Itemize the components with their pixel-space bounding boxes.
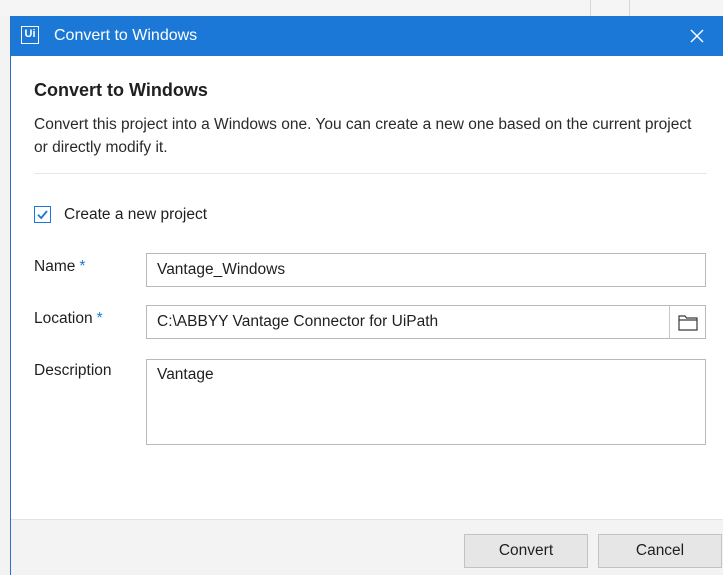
background-window-strip	[0, 0, 723, 16]
create-new-project-label: Create a new project	[64, 206, 208, 223]
name-input[interactable]: Vantage_Windows	[146, 253, 706, 287]
cancel-button[interactable]: Cancel	[598, 534, 722, 568]
location-label-text: Location	[34, 310, 93, 327]
create-new-project-checkbox[interactable]	[34, 206, 51, 223]
location-label: Location *	[34, 309, 103, 329]
convert-dialog: Ui Convert to Windows Convert to Windows…	[10, 16, 723, 575]
required-marker: *	[96, 310, 103, 327]
dialog-heading: Convert to Windows	[34, 80, 208, 100]
background-divider	[590, 0, 591, 16]
divider	[34, 173, 707, 174]
title-bar: Ui Convert to Windows	[11, 16, 723, 56]
window-title: Convert to Windows	[54, 27, 198, 44]
background-divider	[629, 0, 630, 16]
folder-icon	[678, 315, 698, 331]
description-label: Description	[34, 362, 112, 379]
location-input[interactable]: C:\ABBYY Vantage Connector for UiPath	[146, 305, 670, 339]
close-button[interactable]	[685, 24, 709, 48]
close-icon	[690, 29, 704, 43]
name-label: Name *	[34, 257, 85, 277]
checkmark-icon	[37, 210, 48, 220]
required-marker: *	[79, 258, 86, 275]
browse-folder-button[interactable]	[669, 305, 706, 339]
uipath-logo-icon: Ui	[21, 26, 39, 44]
convert-button[interactable]: Convert	[464, 534, 588, 568]
description-textarea[interactable]: Vantage	[146, 359, 706, 445]
name-label-text: Name	[34, 258, 76, 275]
dialog-description: Convert this project into a Windows one.…	[34, 116, 692, 156]
dialog-footer: Convert Cancel	[11, 519, 723, 575]
